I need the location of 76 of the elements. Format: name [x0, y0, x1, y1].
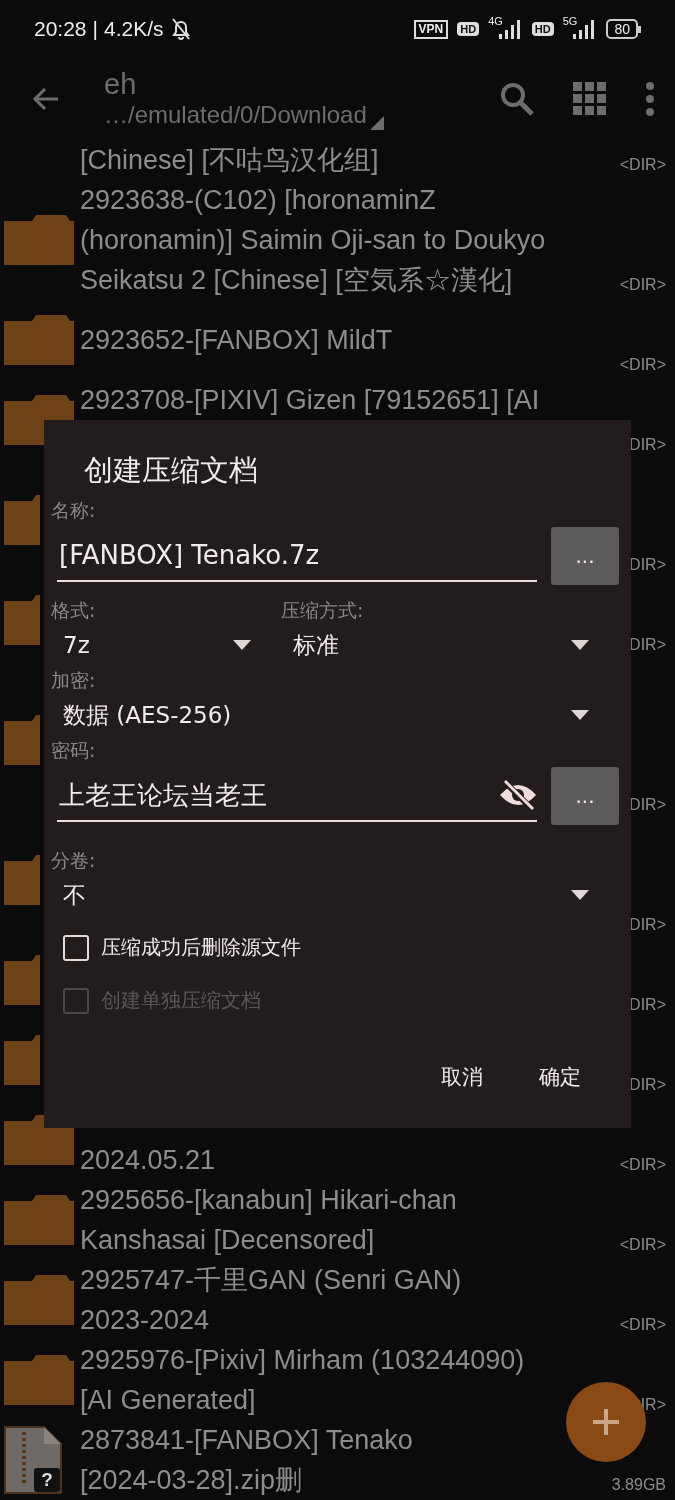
- dropdown-caret-icon: [571, 710, 589, 720]
- file-name: 2923638-(C102) [horonaminZ: [80, 184, 437, 217]
- eye-slash-icon[interactable]: [499, 779, 537, 811]
- field-label: 格式:: [51, 598, 97, 623]
- dropdown-caret-icon: [233, 640, 251, 650]
- browse-button[interactable]: ...: [551, 767, 619, 825]
- folder-icon: [4, 715, 40, 765]
- file-size: 3.89GB: [611, 1476, 667, 1495]
- separator: |: [92, 17, 99, 41]
- folder-icon: [4, 315, 74, 365]
- dialog-button[interactable]: 取消: [423, 1053, 501, 1101]
- file-name: Seikatsu 2 [Chinese] [空気系☆漢化]: [80, 264, 514, 297]
- file-size: <DIR>: [619, 1156, 667, 1175]
- search-icon[interactable]: [499, 81, 535, 117]
- field-label: 分卷:: [51, 848, 97, 873]
- grid-view-icon[interactable]: [573, 82, 607, 116]
- field-label: 加密:: [51, 668, 97, 693]
- folder-icon: [4, 595, 40, 645]
- file-name: [Chinese] [不咕鸟汉化组]: [80, 144, 380, 177]
- folder-icon: [4, 955, 40, 1005]
- file-name: 2024.05.21: [80, 1144, 217, 1177]
- folder-icon: [4, 1275, 74, 1325]
- field-label: 密码:: [51, 738, 97, 763]
- file-name: 2923708-[PIXIV] Gizen [79152651] [AI: [80, 384, 541, 417]
- network-type: 4G: [488, 15, 503, 27]
- file-name: [AI Generated]: [80, 1384, 257, 1417]
- file-name: Kanshasai [Decensored]: [80, 1224, 376, 1257]
- dropdown-caret-icon: [571, 890, 589, 900]
- file-name: 2873841-[FANBOX] Tenako: [80, 1424, 414, 1457]
- file-size: <DIR>: [619, 276, 667, 295]
- browse-button[interactable]: ...: [551, 527, 619, 585]
- file-name: 2925976-[Pixiv] Mirham (103244090): [80, 1344, 526, 1377]
- unknown-type-badge: ?: [34, 1468, 60, 1492]
- folder-title: eh: [104, 68, 138, 100]
- file-name: 2925747-千里GAN (Senri GAN): [80, 1264, 463, 1297]
- corner-triangle-icon: [369, 116, 384, 130]
- file-name: 2023-2024: [80, 1304, 211, 1337]
- folder-path[interactable]: …/emulated/0/Download: [104, 100, 367, 130]
- field-label: 名称:: [51, 498, 97, 523]
- folder-icon: [4, 1195, 74, 1245]
- file-name: 2923652-[FANBOX] MildT: [80, 324, 394, 357]
- file-name: [2024-03-28].zip删: [80, 1464, 304, 1497]
- folder-icon: [4, 215, 74, 265]
- folder-icon: [4, 1035, 40, 1085]
- dialog-button[interactable]: 确定: [521, 1053, 599, 1101]
- more-menu-icon[interactable]: [645, 82, 655, 116]
- file-size: IR>: [640, 1396, 667, 1415]
- checkbox-label: 创建单独压缩文档: [101, 987, 261, 1014]
- dropdown[interactable]: 不: [51, 877, 619, 913]
- file-name: (horonamin)] Saimin Oji-san to Doukyo: [80, 224, 547, 257]
- dialog-title: 创建压缩文档: [83, 452, 259, 489]
- file-name: 2925656-[kanabun] Hikari-chan: [80, 1184, 458, 1217]
- password-field[interactable]: 上老王论坛当老王: [57, 770, 537, 822]
- file-size: <DIR>: [619, 156, 667, 175]
- file-size: <DIR>: [619, 1316, 667, 1335]
- file-size: <DIR>: [619, 356, 667, 375]
- input-field[interactable]: [FANBOX] Tenako.7z: [57, 530, 537, 582]
- network-speed: 4.2K/s: [104, 17, 164, 41]
- battery-icon: 80: [606, 19, 641, 39]
- field-label: 压缩方式:: [281, 598, 365, 623]
- hd-indicator: HD: [531, 22, 554, 36]
- dropdown[interactable]: 标准: [281, 627, 619, 663]
- hd-indicator: HD: [457, 22, 480, 36]
- network-type: 5G: [562, 15, 578, 27]
- dropdown[interactable]: 7z: [51, 627, 281, 663]
- bell-off-icon: [169, 17, 192, 41]
- folder-icon: [4, 855, 40, 905]
- checkbox-label: 压缩成功后删除源文件: [101, 934, 301, 961]
- file-size: <DIR>: [619, 1236, 667, 1255]
- plus-icon: [591, 1407, 621, 1437]
- folder-icon: [4, 495, 40, 545]
- dropdown[interactable]: 数据 (AES-256): [51, 697, 619, 733]
- clock: 20:28: [34, 17, 87, 41]
- vpn-indicator: VPN: [413, 19, 449, 39]
- dropdown-caret-icon: [571, 640, 589, 650]
- folder-icon: [4, 1355, 74, 1405]
